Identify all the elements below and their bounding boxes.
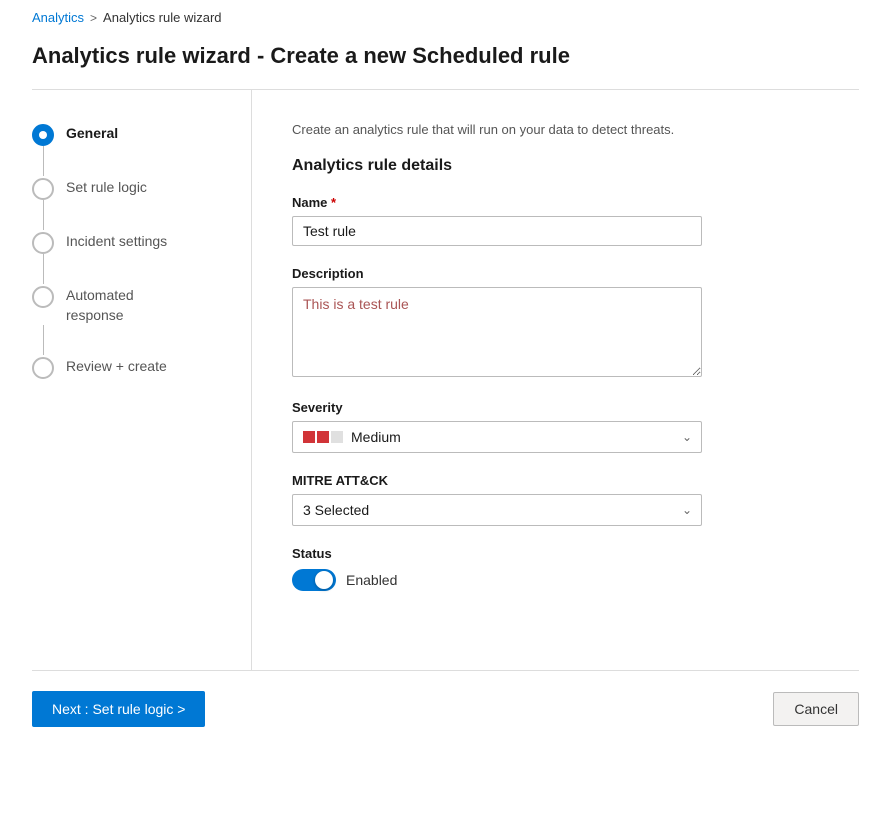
description-textarea[interactable]: This is a test rule (292, 287, 702, 377)
page-title: Analytics rule wizard - Create a new Sch… (0, 35, 891, 89)
form-area: Create an analytics rule that will run o… (252, 90, 859, 670)
severity-label: Severity (292, 400, 819, 415)
name-group: Name * (292, 195, 819, 246)
mitre-select-wrapper: 3 Selected ⌄ (292, 494, 702, 526)
footer-actions: Next : Set rule logic > Cancel (0, 671, 891, 747)
description-label: Description (292, 266, 819, 281)
step-automated-response[interactable]: Automatedresponse (32, 284, 251, 325)
severity-value: Medium (351, 429, 401, 445)
next-button[interactable]: Next : Set rule logic > (32, 691, 205, 727)
mitre-value: 3 Selected (303, 502, 369, 518)
step-label-general: General (66, 122, 118, 144)
step-label-set-rule-logic: Set rule logic (66, 176, 147, 198)
step-general[interactable]: General (32, 122, 251, 146)
toggle-thumb (315, 571, 333, 589)
status-value: Enabled (346, 572, 397, 588)
form-section-title: Analytics rule details (292, 157, 819, 175)
step-circle-general (32, 124, 54, 146)
step-circle-automated-response (32, 286, 54, 308)
connector-2 (43, 200, 44, 230)
connector-1 (43, 146, 44, 176)
breadcrumb-current: Analytics rule wizard (103, 10, 222, 25)
step-review-create[interactable]: Review + create (32, 355, 251, 379)
form-subtitle: Create an analytics rule that will run o… (292, 122, 819, 137)
connector-4 (43, 325, 44, 355)
step-label-incident-settings: Incident settings (66, 230, 167, 252)
severity-select-wrapper: Medium ⌄ (292, 421, 702, 453)
required-star: * (331, 195, 336, 210)
status-label: Status (292, 546, 819, 561)
severity-group: Severity Medium ⌄ (292, 400, 819, 453)
toggle-wrapper: Enabled (292, 569, 819, 591)
status-group: Status Enabled (292, 546, 819, 591)
severity-select[interactable]: Medium (292, 421, 702, 453)
mitre-select[interactable]: 3 Selected (292, 494, 702, 526)
sev-block-1 (303, 431, 315, 443)
name-input[interactable] (292, 216, 702, 246)
step-label-automated-response: Automatedresponse (66, 284, 134, 325)
breadcrumb: Analytics > Analytics rule wizard (0, 0, 891, 35)
breadcrumb-separator: > (90, 11, 97, 25)
connector-3 (43, 254, 44, 284)
status-toggle[interactable] (292, 569, 336, 591)
sev-block-3 (331, 431, 343, 443)
cancel-button[interactable]: Cancel (773, 692, 859, 726)
stepper: General Set rule logic Incident settings… (32, 90, 252, 670)
step-circle-review-create (32, 357, 54, 379)
step-label-review-create: Review + create (66, 355, 167, 377)
description-group: Description This is a test rule (292, 266, 819, 380)
name-label: Name * (292, 195, 819, 210)
step-incident-settings[interactable]: Incident settings (32, 230, 251, 254)
sev-block-2 (317, 431, 329, 443)
severity-indicator (303, 431, 343, 443)
mitre-group: MITRE ATT&CK 3 Selected ⌄ (292, 473, 819, 526)
step-circle-set-rule-logic (32, 178, 54, 200)
mitre-label: MITRE ATT&CK (292, 473, 819, 488)
content-area: General Set rule logic Incident settings… (0, 90, 891, 670)
breadcrumb-analytics-link[interactable]: Analytics (32, 10, 84, 25)
step-circle-incident-settings (32, 232, 54, 254)
step-set-rule-logic[interactable]: Set rule logic (32, 176, 251, 200)
